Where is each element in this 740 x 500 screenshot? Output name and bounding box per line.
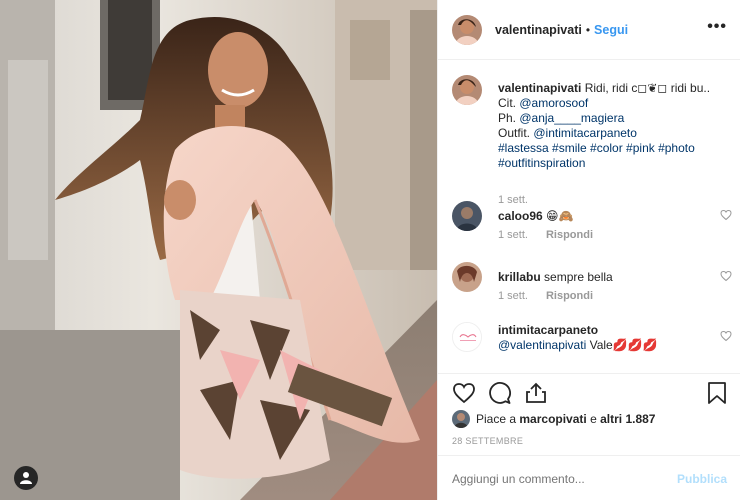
likes-middle: e xyxy=(590,412,597,426)
share-icon[interactable] xyxy=(524,381,548,405)
likes-user[interactable]: marcopivati xyxy=(519,412,586,426)
comment-time: 1 sett. xyxy=(498,290,528,302)
avatar[interactable] xyxy=(452,75,482,105)
comment-text: 😁🙈 xyxy=(546,209,574,223)
mention-link[interactable]: @intimitacarpaneto xyxy=(533,126,637,140)
reply-button[interactable]: Rispondi xyxy=(546,229,593,241)
likes-summary: Piace a marcopivati e altri 1.887 xyxy=(452,410,655,428)
like-comment-heart-icon[interactable] xyxy=(720,270,732,282)
avatar[interactable] xyxy=(452,322,482,352)
comment-text: sempre bella xyxy=(544,270,613,284)
comment-time: 1 sett. xyxy=(498,229,528,241)
likes-prefix: Piace a xyxy=(476,412,517,426)
heart-icon[interactable] xyxy=(452,381,476,405)
comment-username[interactable]: krillabu xyxy=(498,270,541,284)
caption-text: Ridi, ridi c◻︎❦◻︎ ridi bu.. xyxy=(584,81,711,95)
caption-time: 1 sett. xyxy=(498,194,528,206)
mention-link[interactable]: @valentinapivati xyxy=(498,338,586,352)
more-options-icon[interactable]: ••• xyxy=(707,18,727,36)
follow-button[interactable]: Segui xyxy=(594,23,628,37)
comment-username[interactable]: caloo96 xyxy=(498,209,543,223)
post-image xyxy=(0,0,437,500)
comment-text: Vale💋💋💋 xyxy=(589,338,658,352)
caption-outfit-label: Outfit. xyxy=(498,126,531,140)
avatar[interactable] xyxy=(452,14,482,45)
caption-ph-label: Ph. xyxy=(498,111,517,125)
avatar[interactable] xyxy=(452,201,482,231)
post-date[interactable]: 28 SETTEMBRE xyxy=(452,436,523,446)
user-tag-icon[interactable] xyxy=(14,466,38,490)
mention-link[interactable]: @anja____magiera xyxy=(519,111,624,125)
avatar[interactable] xyxy=(452,262,482,292)
caption-cit-label: Cit. xyxy=(498,96,516,110)
hashtags[interactable]: #outfitinspiration xyxy=(498,156,716,171)
post-photo[interactable] xyxy=(0,0,437,500)
separator-dot: • xyxy=(585,22,591,37)
add-comment-bar: Pubblica xyxy=(438,455,740,500)
post-actions xyxy=(438,373,740,413)
post-username[interactable]: valentinapivati xyxy=(495,23,582,37)
publish-button[interactable]: Pubblica xyxy=(677,472,727,486)
mention-link[interactable]: @amorosoof xyxy=(519,96,588,110)
comments-list[interactable]: valentinapivati Ridi, ridi c◻︎❦◻︎ ridi b… xyxy=(438,61,740,372)
comment-input[interactable] xyxy=(452,472,652,486)
comment-username[interactable]: intimitacarpaneto xyxy=(498,323,598,337)
like-comment-heart-icon[interactable] xyxy=(720,330,732,342)
hashtags[interactable]: #lastessa #smile #color #pink #photo xyxy=(498,141,716,156)
comment-icon[interactable] xyxy=(488,381,512,405)
likes-count[interactable]: altri 1.887 xyxy=(600,412,655,426)
bookmark-icon[interactable] xyxy=(706,381,728,405)
post-header: valentinapivati • Segui ••• xyxy=(438,0,740,60)
like-comment-heart-icon[interactable] xyxy=(720,209,732,221)
avatar[interactable] xyxy=(452,410,470,428)
post-panel: valentinapivati • Segui ••• valentinapiv… xyxy=(437,0,740,500)
caption-username[interactable]: valentinapivati xyxy=(498,81,581,95)
reply-button[interactable]: Rispondi xyxy=(546,290,593,302)
